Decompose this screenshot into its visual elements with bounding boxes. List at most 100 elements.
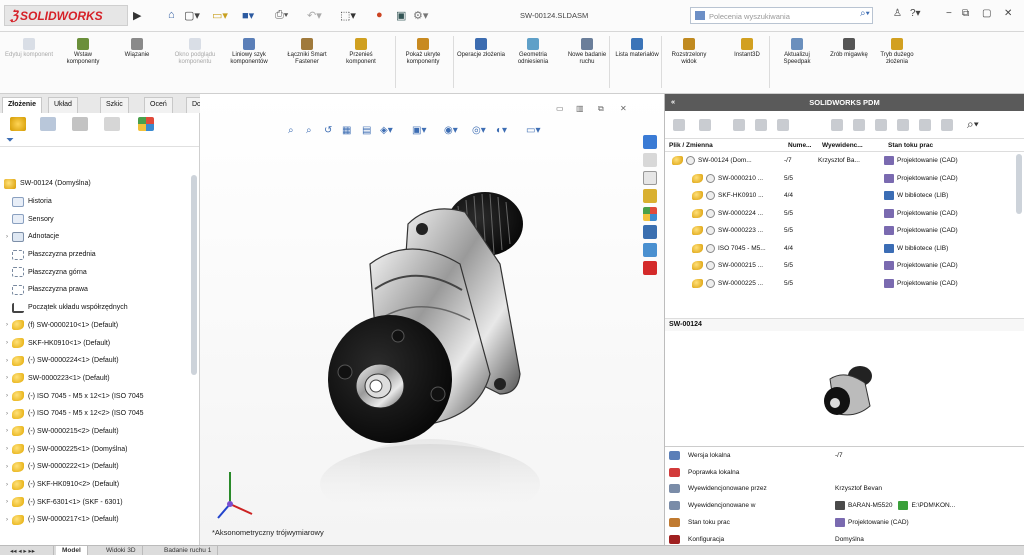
pdm-scrollbar[interactable] <box>1016 154 1022 214</box>
pdm-file-row[interactable]: SW-0000225 ... 5/5 Projektowanie (CAD) <box>665 275 1024 293</box>
expand-arrow-icon[interactable]: › <box>2 393 12 399</box>
pdm-file-row[interactable]: SW-0000215 ... 5/5 Projektowanie (CAD) <box>665 257 1024 275</box>
property-manager-icon[interactable] <box>40 117 56 131</box>
tree-item[interactable]: Płaszczyzna prawa <box>0 281 200 299</box>
solidworks-resources-icon[interactable] <box>643 135 657 149</box>
ribbon-button[interactable]: Nowe badanie ruchu <box>562 38 612 66</box>
user-icon[interactable]: ♙ <box>893 8 902 19</box>
tree-item[interactable]: › SKF-HK0910<1> (Default) <box>0 334 200 352</box>
expand-arrow-icon[interactable]: › <box>2 499 12 505</box>
ribbon-button[interactable]: Łączniki Smart Fastener <box>282 38 332 66</box>
tab-2[interactable]: Szkic <box>100 97 129 113</box>
pdm-file-row[interactable]: SW-0000224 ... 5/5 Projektowanie (CAD) <box>665 205 1024 223</box>
appearances-icon[interactable] <box>643 207 657 221</box>
check-in-icon[interactable] <box>755 119 767 131</box>
column-header[interactable]: Wyewidenc... <box>818 142 884 149</box>
check-out-icon[interactable] <box>733 119 745 131</box>
expand-arrow-icon[interactable]: › <box>2 322 12 328</box>
pdm-file-row[interactable]: SKF-HK0910 ... 4/4 W bibliotece (LIB) <box>665 187 1024 205</box>
tree-view-icon[interactable] <box>853 119 865 131</box>
solidworks-forum-icon[interactable] <box>643 243 657 257</box>
expand-arrow-icon[interactable]: › <box>2 517 12 523</box>
pdm-vault-icon[interactable] <box>643 189 657 203</box>
ribbon-button[interactable]: Przenieś komponent <box>336 38 386 66</box>
tree-item[interactable]: SW-00124 (Domyślna) <box>0 175 200 193</box>
tree-item[interactable]: › (-) SW-0000217<1> (Default) <box>0 511 200 529</box>
list-view-icon[interactable] <box>875 119 887 131</box>
column-header[interactable]: Plik / Zmienna <box>665 142 784 149</box>
tree-item[interactable]: › (-) SKF-HK0910<2> (Default) <box>0 476 200 494</box>
menu-expand-icon[interactable]: ▶ <box>133 9 141 22</box>
bottom-tab-1[interactable]: Widoki 3D <box>100 546 143 555</box>
bottom-tab-2[interactable]: Badanie ruchu 1 <box>158 546 219 555</box>
file-properties-icon[interactable]: ▣ <box>396 9 406 22</box>
tree-item[interactable]: › (-) SW-0000224<1> (Default) <box>0 352 200 370</box>
column-header[interactable]: Stan toku prac <box>884 142 1007 149</box>
tab-3[interactable]: Oceń <box>144 97 173 113</box>
tab-1[interactable]: Układ <box>48 97 78 113</box>
file-explorer-icon[interactable] <box>643 171 657 185</box>
tree-item[interactable]: › (-) SW-0000225<1> (Domyślna) <box>0 440 200 458</box>
ribbon-button[interactable]: Okno podglądu komponentu <box>170 38 220 66</box>
undo-icon[interactable]: ↶▾ <box>307 9 322 22</box>
custom-properties-icon[interactable] <box>643 225 657 239</box>
ribbon-button[interactable]: Operacje złożenia <box>456 38 506 59</box>
tree-item[interactable]: › Adnotacje <box>0 228 200 246</box>
expand-arrow-icon[interactable]: › <box>2 234 12 240</box>
ribbon-button[interactable]: Tryb dużego złożenia <box>872 38 922 66</box>
ribbon-button[interactable]: Instant3D <box>722 38 772 59</box>
tab-scroll-arrows[interactable]: ◂◂ ◂ ▸ ▸▸ <box>4 546 54 555</box>
pdm-file-row[interactable]: ISO 7045 - M5... 4/4 W bibliotece (LIB) <box>665 240 1024 258</box>
pdm-file-row[interactable]: SW-0000210 ... 5/5 Projektowanie (CAD) <box>665 170 1024 188</box>
new-document-icon[interactable]: ▢▾ <box>184 9 200 22</box>
tree-item[interactable]: Sensory <box>0 210 200 228</box>
refresh-icon[interactable] <box>919 119 931 131</box>
dimxpert-icon[interactable] <box>104 117 120 131</box>
close-icon[interactable]: ✕ <box>1004 8 1012 19</box>
properties-icon[interactable] <box>831 119 843 131</box>
traffic-light-icon[interactable]: ● <box>376 9 383 21</box>
tree-item[interactable]: › (-) SW-0000215<2> (Default) <box>0 423 200 441</box>
pdm-task-icon[interactable] <box>643 261 657 275</box>
ribbon-button[interactable]: Aktualizuj Speedpak <box>772 38 822 66</box>
restore-icon[interactable]: ⧉ <box>962 8 969 19</box>
configuration-manager-icon[interactable] <box>72 117 88 131</box>
expand-arrow-icon[interactable]: › <box>2 340 12 346</box>
get-version-icon[interactable] <box>699 119 711 131</box>
ribbon-button[interactable]: Edytuj komponent <box>4 38 54 59</box>
tree-item[interactable]: Początek układu współrzędnych <box>0 299 200 317</box>
tree-scrollbar[interactable] <box>191 175 197 375</box>
filter-icon[interactable]: ⏷ <box>6 135 14 146</box>
find-icon[interactable] <box>897 119 909 131</box>
tree-item[interactable]: › (f) SW-0000210<1> (Default) <box>0 317 200 335</box>
tree-item[interactable]: Płaszczyzna górna <box>0 263 200 281</box>
ribbon-button[interactable]: Zrób migawkę <box>824 38 874 59</box>
expand-arrow-icon[interactable]: › <box>2 428 12 434</box>
ribbon-button[interactable]: Pokaż ukryte komponenty <box>398 38 448 66</box>
search-icon[interactable]: ⌕▾ <box>860 8 870 19</box>
minimize-icon[interactable]: − <box>946 8 952 19</box>
feature-manager-icon[interactable] <box>10 117 26 131</box>
tab-0[interactable]: Złożenie <box>2 97 43 113</box>
search-icon[interactable]: ⌕▾ <box>967 117 979 132</box>
pdm-file-row[interactable]: SW-00124 (Dom... -/7 Krzysztof Ba... Projek… <box>665 152 1024 170</box>
tile-icon[interactable]: ▢ <box>982 8 991 19</box>
solidworks-logo[interactable]: ℨ SOLIDWORKS <box>4 5 128 26</box>
tree-item[interactable]: › (-) SKF-6301<1> (SKF - 6301) <box>0 493 200 511</box>
ribbon-button[interactable]: Rozstrzelony widok <box>664 38 714 66</box>
settings-icon[interactable] <box>941 119 953 131</box>
collapse-pane-icon[interactable]: « <box>671 97 675 106</box>
command-search-input[interactable]: Polecenia wyszukiwania <box>690 7 873 24</box>
design-library-icon[interactable] <box>643 153 657 167</box>
ribbon-button[interactable]: Wiązanie <box>112 38 162 59</box>
expand-arrow-icon[interactable]: › <box>2 464 12 470</box>
options-icon[interactable]: ⚙▾ <box>413 9 428 22</box>
select-icon[interactable]: ⬚▾ <box>340 9 356 22</box>
tree-item[interactable]: Płaszczyzna przednia <box>0 246 200 264</box>
column-header[interactable]: Nume... <box>784 142 818 149</box>
tree-item[interactable]: › (-) SW-0000222<1> (Default) <box>0 458 200 476</box>
bottom-tab-0[interactable]: Model <box>56 546 88 555</box>
pdm-file-row[interactable]: SW-0000223 ... 5/5 Projektowanie (CAD) <box>665 222 1024 240</box>
open-icon[interactable]: ▭▾ <box>212 9 228 22</box>
ribbon-button[interactable]: Wstaw komponenty <box>58 38 108 66</box>
